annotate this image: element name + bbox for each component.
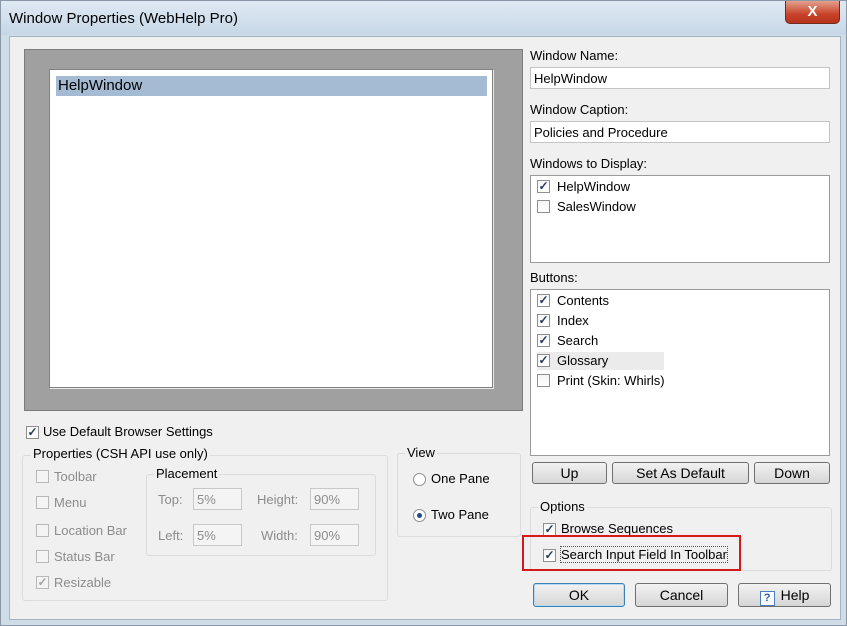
menu-label: Menu [54, 495, 87, 510]
window-caption-input[interactable]: Policies and Procedure [530, 121, 830, 143]
radio-dot-icon [417, 513, 422, 518]
window-name-input[interactable]: HelpWindow [530, 67, 830, 89]
toolbar-checkbox[interactable] [36, 470, 49, 483]
use-default-browser-label: Use Default Browser Settings [43, 424, 213, 439]
cancel-button[interactable]: Cancel [635, 583, 728, 607]
location-bar-label: Location Bar [54, 523, 127, 538]
view-group [397, 453, 521, 537]
annotation-highlight-box [522, 535, 741, 571]
use-default-browser-checkbox[interactable]: ✓ [26, 426, 39, 439]
two-pane-label: Two Pane [431, 507, 489, 522]
list-item-label: Contents [557, 293, 610, 308]
dialog-window: Window Properties (WebHelp Pro) X HelpWi… [0, 0, 847, 626]
list-item-label: HelpWindow [557, 179, 630, 194]
two-pane-radio[interactable] [413, 509, 426, 522]
contents-checkbox[interactable]: ✓ [537, 294, 550, 307]
saleswindow-checkbox[interactable] [537, 200, 550, 213]
window-title: Window Properties (WebHelp Pro) [9, 10, 238, 27]
resizable-checkbox[interactable]: ✓ [36, 576, 49, 589]
browse-sequences-label: Browse Sequences [561, 521, 674, 536]
help-button[interactable]: ? Help [738, 583, 831, 607]
toolbar-label: Toolbar [54, 469, 97, 484]
left-label: Left: [158, 528, 184, 543]
status-bar-checkbox[interactable] [36, 550, 49, 563]
ok-button[interactable]: OK [533, 583, 625, 607]
check-icon: ✓ [538, 313, 549, 327]
top-input[interactable]: 5% [193, 488, 242, 510]
location-bar-checkbox[interactable] [36, 524, 49, 537]
width-label: Width: [261, 528, 298, 543]
up-button[interactable]: Up [532, 462, 607, 484]
left-input[interactable]: 5% [193, 524, 242, 546]
index-checkbox[interactable]: ✓ [537, 314, 550, 327]
helpwindow-checkbox[interactable]: ✓ [537, 180, 550, 193]
view-group-title: View [405, 445, 437, 460]
dialog-body: HelpWindow ✓ Use Default Browser Setting… [9, 36, 841, 620]
resizable-label: Resizable [54, 575, 112, 590]
set-as-default-button[interactable]: Set As Default [612, 462, 749, 484]
close-button[interactable]: X [785, 1, 840, 24]
help-button-label: Help [780, 587, 810, 603]
search-checkbox[interactable]: ✓ [537, 334, 550, 347]
list-item-label: SalesWindow [557, 199, 636, 214]
status-bar-label: Status Bar [54, 549, 115, 564]
check-icon: ✓ [538, 353, 549, 367]
one-pane-radio[interactable] [413, 473, 426, 486]
windows-to-display-label: Windows to Display: [530, 156, 648, 171]
list-item-label: Index [557, 313, 589, 328]
windows-to-display-list[interactable]: ✓ HelpWindow SalesWindow [530, 175, 830, 263]
glossary-checkbox[interactable]: ✓ [537, 354, 550, 367]
list-item-selected[interactable]: ✓ Glossary [537, 352, 664, 370]
list-item-label: Print (Skin: Whirls) [557, 373, 665, 388]
list-item-label: Search [557, 333, 599, 348]
preview-pane: HelpWindow [49, 69, 493, 388]
help-icon: ? [759, 591, 775, 606]
title-bar[interactable]: Window Properties (WebHelp Pro) X [1, 1, 846, 35]
buttons-list[interactable]: ✓ Contents ✓ Index ✓ Search ✓ Glossary P… [530, 289, 830, 456]
check-icon: ✓ [27, 425, 38, 439]
properties-group-title: Properties (CSH API use only) [31, 446, 210, 461]
options-group-title: Options [538, 499, 587, 514]
width-input[interactable]: 90% [310, 524, 359, 546]
list-item-label: Glossary [557, 353, 609, 368]
check-icon: ✓ [37, 575, 48, 589]
down-button[interactable]: Down [754, 462, 830, 484]
one-pane-label: One Pane [431, 471, 490, 486]
window-preview: HelpWindow [24, 49, 523, 411]
window-caption-label: Window Caption: [530, 102, 629, 117]
height-input[interactable]: 90% [310, 488, 359, 510]
print-checkbox[interactable] [537, 374, 550, 387]
height-label: Height: [257, 492, 299, 507]
check-icon: ✓ [544, 522, 555, 536]
check-icon: ✓ [538, 293, 549, 307]
preview-window-label: HelpWindow [56, 76, 487, 96]
buttons-label: Buttons: [530, 270, 578, 285]
menu-checkbox[interactable] [36, 496, 49, 509]
window-name-label: Window Name: [530, 48, 619, 63]
placement-group-title: Placement [154, 466, 220, 481]
top-label: Top: [158, 492, 183, 507]
check-icon: ✓ [538, 179, 549, 193]
check-icon: ✓ [538, 333, 549, 347]
